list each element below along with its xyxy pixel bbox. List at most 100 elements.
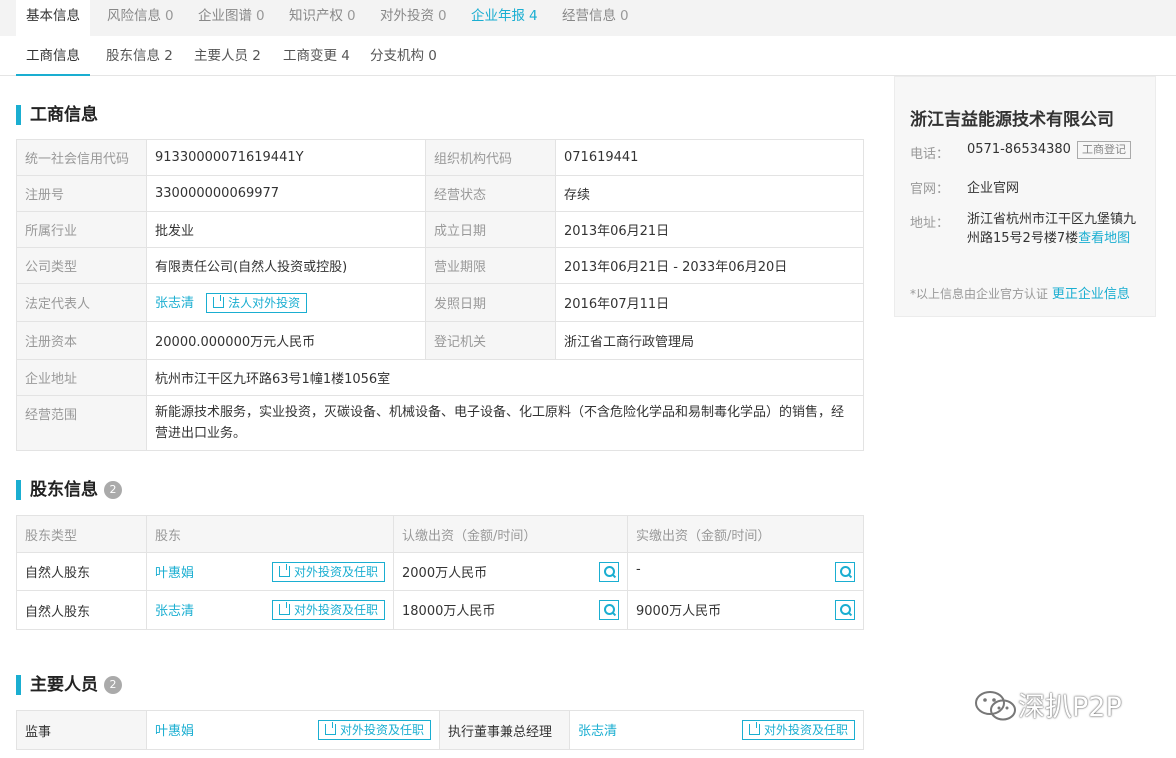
subscribed-cell: 2000万人民币 bbox=[393, 552, 628, 591]
legal-rep-label: 法定代表人 bbox=[16, 283, 147, 322]
table-row: 公司类型 有限责任公司(自然人投资或控股) 营业期限 2013年06月21日 -… bbox=[16, 247, 864, 284]
button-label: 对外投资及任职 bbox=[293, 603, 378, 617]
note-row: *以上信息由企业官方认证 更正企业信息 bbox=[910, 283, 1130, 302]
personnel-role: 监事 bbox=[16, 710, 147, 750]
personnel-table: 监事 叶惠娟 对外投资及任职 执行董事兼总经理 张志清 对外投资及任职 bbox=[16, 710, 864, 750]
personnel-link[interactable]: 叶惠娟 bbox=[155, 724, 194, 739]
company-type-label: 公司类型 bbox=[16, 247, 147, 284]
button-label: 对外投资及任职 bbox=[293, 564, 378, 579]
certification-note: *以上信息由企业官方认证 bbox=[910, 287, 1049, 301]
legal-rep-cell: 张志清 法人对外投资 bbox=[146, 283, 426, 322]
paid-value: - bbox=[636, 561, 641, 577]
shareholder-link[interactable]: 张志清 bbox=[155, 604, 194, 619]
industry-label: 所属行业 bbox=[16, 211, 147, 248]
subtab-business-info[interactable]: 工商信息 bbox=[16, 36, 90, 76]
investment-position-button[interactable]: 对外投资及任职 bbox=[317, 720, 431, 740]
founded-value: 2013年06月21日 bbox=[555, 211, 864, 248]
term-label: 营业期限 bbox=[425, 247, 556, 284]
tab-count: 0 bbox=[620, 8, 629, 24]
section-title-shareholders: 股东信息 2 bbox=[16, 479, 122, 501]
subtab-branches[interactable]: 分支机构 0 bbox=[370, 36, 437, 76]
watermark-text: 深扒P2P bbox=[1018, 692, 1122, 723]
column-header: 股东 bbox=[146, 515, 394, 553]
issue-date-label: 发照日期 bbox=[425, 283, 556, 322]
paid-cell: 9000万人民币 bbox=[627, 590, 864, 630]
tab-operation-info[interactable]: 经营信息 0 bbox=[552, 0, 639, 36]
table-header-row: 股东类型 股东 认缴出资（金额/时间） 实缴出资（金额/时间） bbox=[16, 515, 864, 553]
subtab-changes[interactable]: 工商变更 4 bbox=[283, 36, 350, 76]
authority-value: 浙江省工商行政管理局 bbox=[555, 321, 864, 360]
table-row: 注册号 330000000069977 经营状态 存续 bbox=[16, 175, 864, 212]
sub-nav: 工商信息 股东信息 2 主要人员 2 工商变更 4 分支机构 0 bbox=[0, 36, 1176, 76]
shareholder-type: 自然人股东 bbox=[16, 590, 147, 630]
org-code-value: 071619441 bbox=[555, 139, 864, 176]
tab-annual-report[interactable]: 企业年报 4 bbox=[461, 0, 548, 36]
tab-count: 0 bbox=[165, 8, 174, 24]
authority-label: 登记机关 bbox=[425, 321, 556, 360]
tab-ip[interactable]: 知识产权 0 bbox=[279, 0, 366, 36]
section-title-text: 主要人员 bbox=[30, 675, 98, 695]
section-title-text: 股东信息 bbox=[30, 480, 98, 500]
company-name: 浙江吉益能源技术有限公司 bbox=[910, 110, 1114, 130]
registration-tag: 工商登记 bbox=[1076, 141, 1131, 159]
tab-count: 0 bbox=[438, 8, 447, 24]
capital-label: 注册资本 bbox=[16, 321, 147, 360]
investment-position-button[interactable]: 对外投资及任职 bbox=[271, 600, 385, 620]
download-icon bbox=[278, 602, 290, 615]
tab-label: 知识产权 bbox=[289, 8, 343, 24]
top-nav: 基本信息 风险信息 0 企业图谱 0 知识产权 0 对外投资 0 企业年报 4 经营信息 0 bbox=[0, 0, 1176, 36]
industry-value: 批发业 bbox=[146, 211, 426, 248]
address-row: 浙江省杭州市江干区九堡镇九州路15号2号楼7楼查看地图 bbox=[967, 210, 1145, 248]
search-icon[interactable] bbox=[835, 561, 855, 582]
tab-enterprise-graph[interactable]: 企业图谱 0 bbox=[188, 0, 275, 36]
column-header: 实缴出资（金额/时间） bbox=[627, 515, 864, 553]
button-label: 对外投资及任职 bbox=[763, 723, 848, 737]
business-info-table: 统一社会信用代码 91330000071619441Y 组织机构代码 07161… bbox=[16, 139, 864, 451]
paid-cell: - bbox=[627, 552, 864, 591]
legal-rep-link[interactable]: 张志清 bbox=[155, 296, 194, 311]
section-title-personnel: 主要人员 2 bbox=[16, 674, 122, 696]
search-icon[interactable] bbox=[599, 561, 619, 582]
paid-value: 9000万人民币 bbox=[636, 604, 722, 619]
personnel-cell: 张志清 对外投资及任职 bbox=[569, 710, 864, 750]
table-row: 经营范围 新能源技术服务，实业投资，灭碳设备、机械设备、电子设备、化工原料（不含… bbox=[16, 395, 864, 451]
phone-label: 电话： bbox=[910, 147, 950, 162]
table-row: 统一社会信用代码 91330000071619441Y 组织机构代码 07161… bbox=[16, 139, 864, 176]
download-icon bbox=[278, 563, 290, 577]
shareholder-link[interactable]: 叶惠娟 bbox=[155, 566, 194, 581]
button-label: 法人对外投资 bbox=[228, 296, 301, 310]
table-row: 监事 叶惠娟 对外投资及任职 执行董事兼总经理 张志清 对外投资及任职 bbox=[16, 710, 864, 750]
tab-risk-info[interactable]: 风险信息 0 bbox=[97, 0, 184, 36]
count-badge: 2 bbox=[104, 481, 122, 499]
capital-value: 20000.000000万元人民币 bbox=[146, 321, 426, 360]
tab-label: 企业年报 bbox=[471, 8, 525, 24]
shareholder-cell: 张志清 对外投资及任职 bbox=[146, 590, 394, 630]
search-icon[interactable] bbox=[599, 600, 619, 620]
section-title-text: 工商信息 bbox=[30, 105, 98, 125]
investment-position-button[interactable]: 对外投资及任职 bbox=[741, 720, 855, 740]
company-card: 浙江吉益能源技术有限公司 电话： 0571-86534380 工商登记 官网： 企… bbox=[894, 76, 1156, 317]
status-value: 存续 bbox=[555, 175, 864, 212]
phone-value: 0571-86534380 bbox=[967, 142, 1071, 157]
shareholder-type: 自然人股东 bbox=[16, 552, 147, 591]
subtab-personnel[interactable]: 主要人员 2 bbox=[194, 36, 261, 76]
table-row: 自然人股东 叶惠娟 对外投资及任职 2000万人民币 - bbox=[16, 552, 864, 591]
tab-investment[interactable]: 对外投资 0 bbox=[370, 0, 457, 36]
correct-info-link[interactable]: 更正企业信息 bbox=[1052, 287, 1130, 302]
view-map-link[interactable]: 查看地图 bbox=[1078, 231, 1130, 246]
tab-count: 0 bbox=[347, 8, 356, 24]
personnel-link[interactable]: 张志清 bbox=[578, 724, 617, 739]
investment-position-button[interactable]: 对外投资及任职 bbox=[271, 561, 385, 582]
download-icon bbox=[324, 722, 336, 735]
company-type-value: 有限责任公司(自然人投资或控股) bbox=[146, 247, 426, 284]
search-icon[interactable] bbox=[835, 600, 855, 620]
legal-rep-investment-button[interactable]: 法人对外投资 bbox=[206, 293, 308, 313]
subtab-shareholders[interactable]: 股东信息 2 bbox=[106, 36, 173, 76]
address-label: 地址： bbox=[910, 216, 950, 231]
reg-no-value: 330000000069977 bbox=[146, 175, 426, 212]
tab-basic-info[interactable]: 基本信息 bbox=[16, 0, 90, 36]
watermark: 深扒P2P bbox=[974, 688, 1122, 728]
website-link[interactable]: 企业官网 bbox=[967, 177, 1019, 196]
shareholders-table: 股东类型 股东 认缴出资（金额/时间） 实缴出资（金额/时间） 自然人股东 叶惠… bbox=[16, 515, 864, 630]
section-title-business: 工商信息 bbox=[16, 104, 98, 126]
